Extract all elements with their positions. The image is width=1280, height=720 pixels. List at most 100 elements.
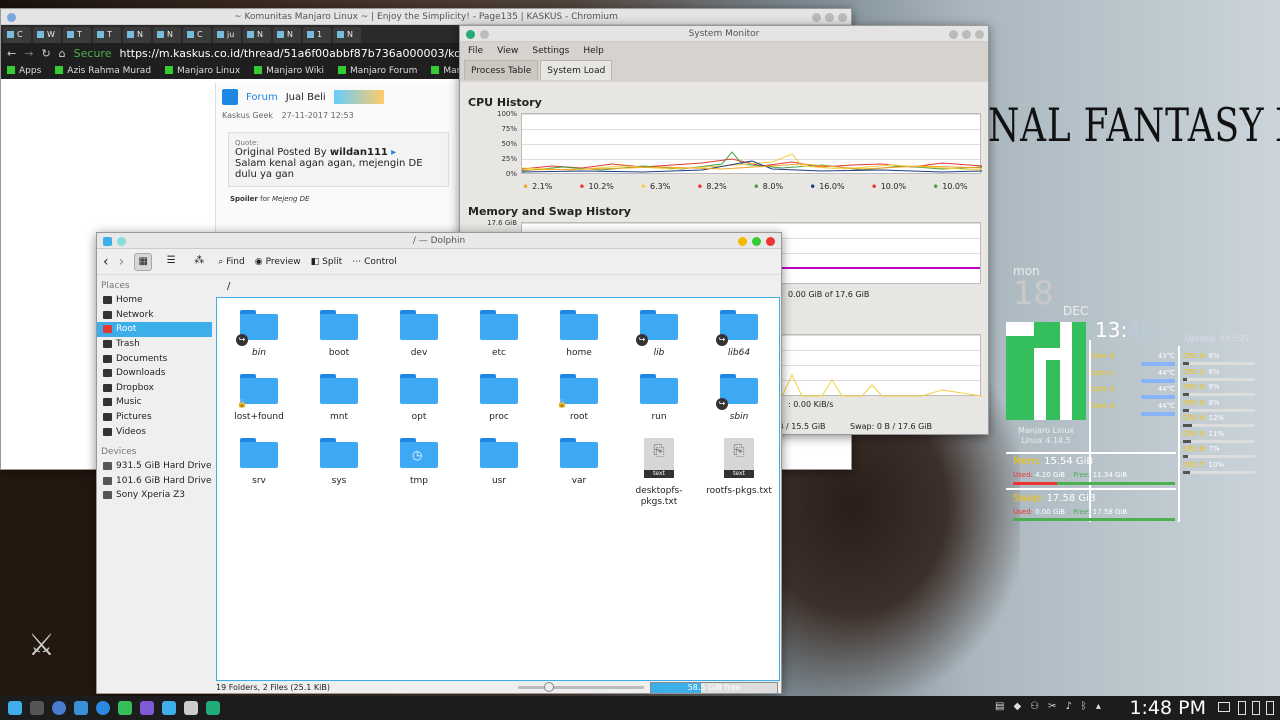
places-item[interactable]: Trash [97,337,212,352]
folder-item[interactable]: 🔒 root [539,374,619,423]
folder-item[interactable]: home [539,310,619,359]
folder-item[interactable]: proc [459,374,539,423]
minimize-button[interactable] [949,30,958,39]
pin-button[interactable] [117,237,126,246]
find-button[interactable]: ⌕ Find [218,257,245,267]
details-view-button[interactable]: ☰ [162,253,180,271]
browser-tab[interactable]: C [183,27,211,43]
tools-icon[interactable]: ✂ [1048,701,1056,712]
volume-icon[interactable]: ♪ [1066,701,1072,712]
folder-item[interactable]: ◷ tmp [379,438,459,487]
folder-item[interactable]: mnt [299,374,379,423]
folder-item[interactable]: ↪ lib64 [699,310,779,359]
dropbox-icon[interactable]: ◆ [1013,701,1021,712]
system-monitor-task-icon[interactable] [206,701,220,715]
skype-task-icon[interactable] [96,701,110,715]
pin-button[interactable] [480,30,489,39]
folder-item[interactable]: ↪ sbin [699,374,779,423]
folder-item[interactable]: opt [379,374,459,423]
places-item[interactable]: Network [97,308,212,323]
icons-view-button[interactable]: ▦ [134,252,153,271]
home-icon[interactable]: ⌂ [59,47,66,60]
minimize-button[interactable] [812,13,821,22]
places-item[interactable]: Home [97,293,212,308]
zoom-slider-handle[interactable] [544,682,554,692]
close-button[interactable] [838,13,847,22]
forum-link[interactable]: Forum [246,92,278,103]
network-icon[interactable]: ⚇ [1030,701,1039,712]
bluetooth-icon[interactable]: ᛒ [1081,701,1087,712]
tray-expand-icon[interactable]: ▴ [1096,701,1101,712]
spoiler-label[interactable]: Spoiler [230,195,258,203]
back-arrow-icon[interactable]: ← [7,47,16,60]
bookmark-item[interactable]: Manjaro Wiki [254,66,324,76]
dolphin-titlebar[interactable]: / — Dolphin [97,233,781,249]
places-item[interactable]: Documents [97,351,212,366]
folder-item[interactable]: boot [299,310,379,359]
browser-tab[interactable]: T [93,27,121,43]
folder-item[interactable]: 🔒 lost+found [219,374,299,423]
sysmon-menubar[interactable]: File View Settings Help [460,42,988,60]
menu-item[interactable]: Settings [532,42,569,60]
folder-item[interactable]: run [619,374,699,423]
browser-tab[interactable]: W [33,27,61,43]
bookmark-item[interactable]: Apps [7,66,41,76]
close-button[interactable] [975,30,984,39]
folder-item[interactable]: ↪ lib [619,310,699,359]
folder-item[interactable]: usr [459,438,539,487]
folder-item[interactable]: etc [459,310,539,359]
browser-tab[interactable]: ju [213,27,241,43]
folder-item[interactable]: srv [219,438,299,487]
browser-tab[interactable]: C [3,27,31,43]
places-item[interactable]: Music [97,395,212,410]
display-icon[interactable] [1218,702,1230,712]
taskbar-clock[interactable]: 1:48 PM [1129,696,1206,720]
places-item[interactable]: Root [97,322,212,337]
folder-item[interactable]: var [539,438,619,487]
browser-task-icon[interactable] [74,701,88,715]
breadcrumb[interactable]: / [227,281,230,292]
device-icon[interactable] [1266,701,1274,715]
messenger-task-icon[interactable] [140,701,154,715]
spoiler-header[interactable]: Spoiler for Mejeng DE [230,195,447,203]
close-button[interactable] [766,237,775,246]
menu-item[interactable]: File [468,42,483,60]
browser-tab[interactable]: N [123,27,151,43]
file-item[interactable]: ⎘ text desktopfs-pkgs.txt [619,438,699,508]
preview-button[interactable]: ◉ Preview [255,257,301,267]
browser-tab[interactable]: 1 [303,27,331,43]
places-item[interactable]: Pictures [97,410,212,425]
control-button[interactable]: ⋯ Control [352,257,397,267]
phone-icon[interactable] [1252,701,1260,715]
maximize-button[interactable] [825,13,834,22]
folder-item[interactable]: dev [379,310,459,359]
device-item[interactable]: 931.5 GiB Hard Drive [97,459,212,474]
app-launcher-icon[interactable] [8,701,22,715]
manjaro-task-icon[interactable] [118,701,132,715]
zoom-slider[interactable] [518,682,644,692]
browser-tab[interactable]: N [273,27,301,43]
kaskus-logo-icon[interactable] [222,89,238,105]
dolphin-task-icon[interactable] [162,701,176,715]
secure-label[interactable]: Secure [74,47,112,60]
file-view[interactable]: ↪ bin boot dev etc home ↪ lib ↪ lib64 🔒 lost+found m… [216,297,780,681]
tree-view-button[interactable]: ⁂ [190,253,208,271]
places-item[interactable]: Dropbox [97,381,212,396]
chromium-titlebar[interactable]: ~ Komunitas Manjaro Linux ~ | Enjoy the … [1,9,851,25]
places-item[interactable]: Downloads [97,366,212,381]
split-button[interactable]: ◧ Split [311,257,342,267]
quote-user[interactable]: wildan111 [330,147,388,158]
device-item[interactable]: 101.6 GiB Hard Drive [97,474,212,489]
browser-tab[interactable]: N [153,27,181,43]
text-editor-task-icon[interactable] [184,701,198,715]
sysmon-tabs[interactable]: Process Table System Load [460,60,988,80]
menu-item[interactable]: View [497,42,518,60]
forward-arrow-icon[interactable]: → [24,47,33,60]
maximize-button[interactable] [752,237,761,246]
minimize-button[interactable] [738,237,747,246]
browser-tab[interactable]: N [243,27,271,43]
file-item[interactable]: ⎘ text rootfs-pkgs.txt [699,438,779,497]
maximize-button[interactable] [962,30,971,39]
bookmark-item[interactable]: Manjaro Linux [165,66,240,76]
forward-arrow-icon[interactable]: › [119,254,125,270]
